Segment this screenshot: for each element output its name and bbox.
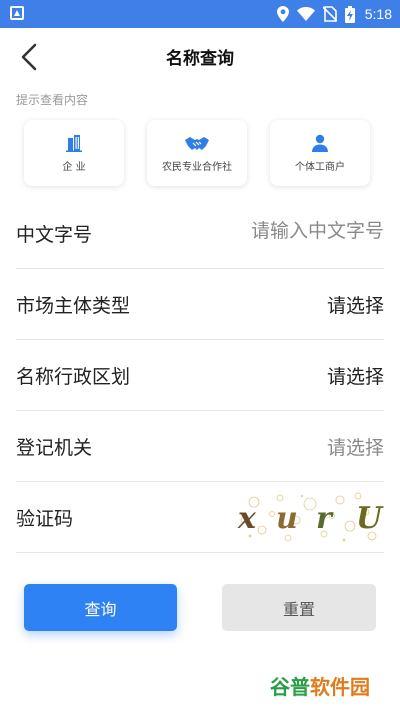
watermark-logo: 谷普 软件园 bbox=[270, 670, 392, 700]
entity-type-select[interactable]: 请选择 bbox=[327, 291, 384, 318]
registration-authority-select[interactable]: 请选择 bbox=[327, 433, 384, 460]
location-icon bbox=[276, 6, 289, 22]
chinese-name-input[interactable] bbox=[184, 220, 384, 242]
handshake-icon bbox=[185, 136, 209, 150]
captcha-char: U bbox=[356, 501, 384, 536]
person-icon bbox=[312, 134, 328, 152]
category-list: 企 业 农民专业合作社 个体工商户 bbox=[24, 120, 370, 186]
category-enterprise[interactable]: 企 业 bbox=[24, 120, 124, 186]
watermark-part1: 谷普 bbox=[270, 674, 310, 699]
category-cooperative[interactable]: 农民专业合作社 bbox=[147, 120, 247, 186]
form-row-entity-type[interactable]: 市场主体类型 请选择 bbox=[16, 269, 384, 340]
query-button[interactable]: 查询 bbox=[24, 584, 177, 631]
category-label: 个体工商户 bbox=[295, 161, 345, 173]
status-bar: 5:18 bbox=[0, 0, 400, 28]
watermark-part2: 软件园 bbox=[310, 674, 370, 699]
captcha-label: 验证码 bbox=[16, 508, 74, 530]
battery-charging-icon bbox=[344, 5, 355, 23]
captcha-char: r bbox=[316, 501, 334, 536]
chinese-name-label: 中文字号 bbox=[16, 224, 93, 246]
registration-authority-label: 登记机关 bbox=[16, 437, 93, 459]
wifi-icon bbox=[296, 7, 315, 21]
admin-region-label: 名称行政区划 bbox=[16, 366, 131, 388]
status-icons: 5:18 bbox=[276, 4, 392, 24]
captcha-image[interactable]: x u r U bbox=[232, 490, 384, 544]
page-title: 名称查询 bbox=[166, 49, 234, 69]
form-row-chinese-name: 中文字号 bbox=[16, 198, 384, 269]
reset-button[interactable]: 重置 bbox=[222, 584, 376, 631]
entity-type-label: 市场主体类型 bbox=[16, 295, 131, 317]
hint-label: 提示查看内容 bbox=[16, 93, 89, 107]
captcha-char: u bbox=[276, 501, 298, 536]
admin-region-select[interactable]: 请选择 bbox=[327, 362, 384, 389]
clock: 5:18 bbox=[364, 6, 392, 22]
category-label: 企 业 bbox=[62, 161, 86, 173]
category-label: 农民专业合作社 bbox=[162, 161, 232, 173]
captcha-char: x bbox=[237, 501, 257, 536]
nav-bar: 名称查询 bbox=[0, 28, 400, 86]
no-sim-icon bbox=[322, 6, 337, 22]
query-form: 中文字号 市场主体类型 请选择 名称行政区划 请选择 登记机关 请选择 验证码 … bbox=[0, 198, 400, 553]
building-icon bbox=[66, 134, 82, 152]
form-row-captcha: 验证码 x u r U bbox=[16, 482, 384, 553]
category-individual-business[interactable]: 个体工商户 bbox=[270, 120, 370, 186]
form-row-registration-authority[interactable]: 登记机关 请选择 bbox=[16, 411, 384, 482]
form-row-admin-region[interactable]: 名称行政区划 请选择 bbox=[16, 340, 384, 411]
app-notification-icon bbox=[10, 6, 24, 20]
